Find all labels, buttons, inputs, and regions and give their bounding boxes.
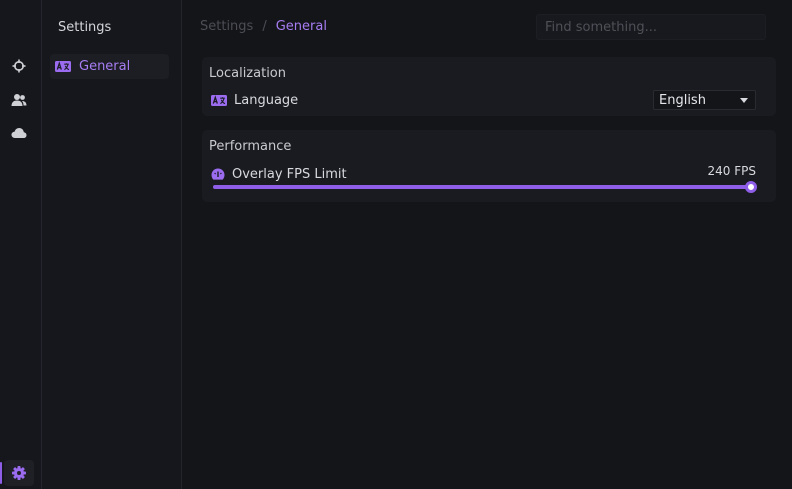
users-icon [11, 94, 27, 106]
main-content: Settings / General Localization Language… [183, 0, 792, 489]
breadcrumb-separator: / [262, 19, 267, 34]
cloud-icon [11, 128, 27, 138]
cloud-button[interactable] [4, 120, 34, 146]
language-icon [55, 61, 71, 72]
sidebar-item-general[interactable]: General [50, 54, 169, 79]
fps-value: 240 FPS [707, 164, 756, 178]
search-input[interactable] [536, 14, 766, 40]
active-rail-marker [0, 462, 2, 484]
slider-thumb[interactable] [745, 181, 757, 193]
fps-row-label: Overlay FPS Limit [211, 167, 347, 182]
language-label: Language [234, 93, 299, 108]
gear-icon [12, 466, 26, 480]
settings-button[interactable] [4, 460, 34, 486]
section-title: Localization [209, 66, 286, 81]
language-select[interactable]: English [653, 90, 756, 110]
language-select-value: English [659, 92, 706, 108]
gauge-icon [211, 168, 225, 180]
localization-section: Localization Language English [202, 57, 776, 116]
fps-slider[interactable] [213, 181, 757, 193]
crosshair-button[interactable] [4, 53, 34, 79]
fps-limit-label: Overlay FPS Limit [232, 167, 347, 182]
sidebar-title: Settings [58, 20, 112, 35]
language-icon [211, 95, 227, 106]
performance-section: Performance Overlay FPS Limit 240 FPS [202, 130, 776, 202]
crosshair-icon [12, 59, 26, 73]
slider-fill [213, 185, 751, 189]
chevron-down-icon [740, 98, 748, 103]
icon-rail [0, 0, 42, 489]
app-window: Settings General Settings / General Loca… [0, 0, 792, 489]
section-title: Performance [209, 139, 292, 154]
sidebar-item-label: General [79, 59, 131, 74]
breadcrumb-parent[interactable]: Settings [200, 19, 253, 34]
users-button[interactable] [4, 87, 34, 113]
breadcrumb: Settings / General [200, 19, 327, 34]
breadcrumb-current: General [275, 19, 327, 34]
settings-sidebar: Settings General [42, 0, 182, 489]
language-row-label: Language [211, 93, 298, 108]
